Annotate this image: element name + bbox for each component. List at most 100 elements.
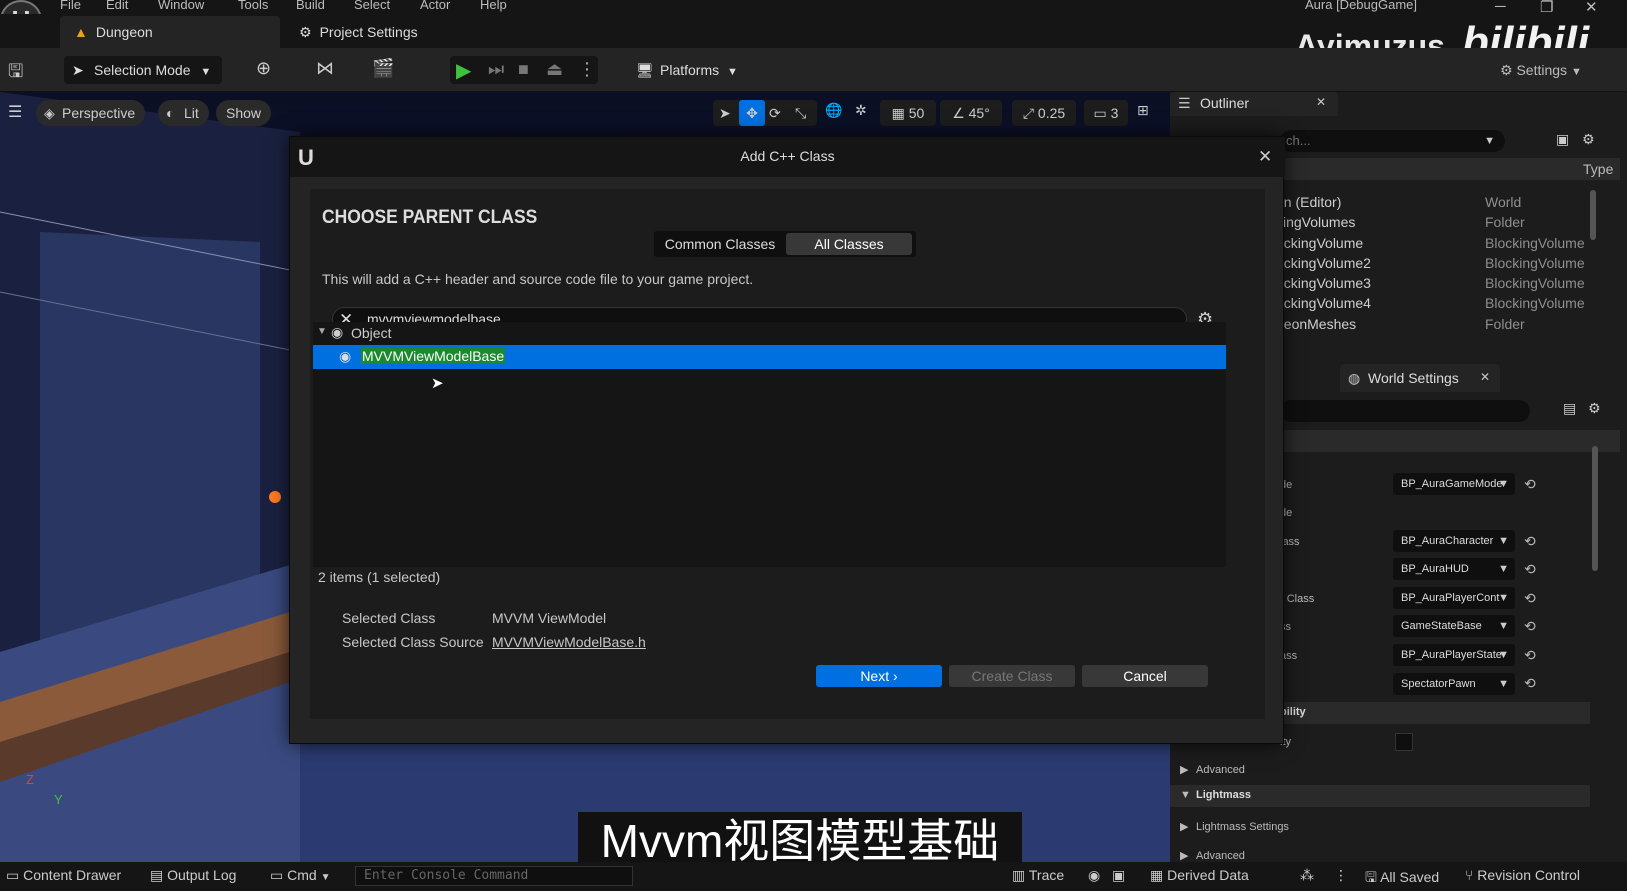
content-drawer-button[interactable]: ▭ Content Drawer — [6, 867, 121, 884]
close-icon[interactable]: ✕ — [1480, 370, 1490, 384]
lightmass-settings-label[interactable]: Lightmass Settings — [1196, 821, 1289, 833]
surface-snap-icon[interactable]: ✲ — [855, 102, 867, 119]
derived-data-button[interactable]: ▦ Derived Data — [1150, 867, 1249, 884]
browse-icon[interactable]: ⟲ — [1524, 533, 1536, 550]
ws-section-lightmass[interactable]: ▼ Lightmass — [1170, 785, 1590, 807]
cancel-button[interactable]: Cancel — [1082, 665, 1208, 687]
player-controller-combo[interactable]: BP_AuraPlayerCont ▼ — [1393, 587, 1515, 609]
scale-icon[interactable]: ⤡ — [795, 100, 806, 126]
type-column-header[interactable]: Type — [1583, 161, 1613, 177]
menu-actor[interactable]: Actor — [420, 0, 450, 12]
trace-button[interactable]: ▥ Trace — [1012, 867, 1064, 884]
pawn-class-combo[interactable]: BP_AuraCharacter ▼ — [1393, 530, 1515, 552]
more-options-icon[interactable]: ⋮ — [578, 59, 596, 80]
next-button[interactable]: Next › — [816, 665, 942, 687]
outliner-row-label[interactable]: ockingVolume4 — [1276, 295, 1371, 311]
browse-icon[interactable]: ⟲ — [1524, 590, 1536, 607]
advanced-label[interactable]: Advanced — [1196, 850, 1245, 862]
platforms-button[interactable]: 🖥 Platforms ▼ — [630, 56, 740, 84]
menu-file[interactable]: File — [60, 0, 81, 12]
browse-icon[interactable]: ⟲ — [1524, 647, 1536, 664]
outliner-row-label[interactable]: on (Editor) — [1276, 194, 1341, 210]
stop-icon[interactable]: ■ — [518, 59, 529, 80]
selected-source-link[interactable]: MVVMViewModelBase.h — [492, 634, 646, 650]
outliner-row-label[interactable]: ockingVolume — [1276, 235, 1363, 251]
rotate-icon[interactable]: ⟳ — [769, 100, 781, 126]
outliner-row-label[interactable]: geonMeshes — [1276, 316, 1356, 332]
cmd-dropdown[interactable]: ▭ Cmd ▼ — [270, 867, 330, 884]
console-command-input[interactable]: Enter Console Command — [355, 866, 633, 886]
blueprint-icon[interactable]: ⋈ — [316, 58, 338, 80]
checkbox[interactable] — [1395, 733, 1413, 751]
outliner-row-label[interactable]: kingVolumes — [1276, 214, 1355, 230]
outliner-scrollbar[interactable] — [1590, 190, 1596, 240]
class-tree[interactable]: ▼ ◉ Object ◉ MVVMViewModelBase ➤ — [313, 322, 1226, 567]
create-class-button[interactable]: Create Class — [949, 665, 1075, 687]
menu-build[interactable]: Build — [296, 0, 325, 12]
capture-icon[interactable]: ▣ — [1112, 867, 1125, 884]
spectator-class-combo[interactable]: SpectatorPawn ▼ — [1393, 673, 1515, 695]
more-options-icon[interactable]: ⋮ — [1334, 867, 1348, 884]
game-mode-combo[interactable]: BP_AuraGameMode ▼ — [1393, 473, 1515, 495]
outliner-row-label[interactable]: ockingVolume2 — [1276, 255, 1371, 271]
tasks-icon[interactable]: ⁂ — [1300, 867, 1314, 884]
expand-arrow-icon[interactable]: ▶ — [1180, 820, 1188, 833]
perspective-button[interactable]: ◈ Perspective — [36, 100, 146, 126]
menu-edit[interactable]: Edit — [106, 0, 128, 12]
select-arrow-icon[interactable]: ➤ — [719, 100, 731, 126]
output-log-button[interactable]: ▤ Output Log — [150, 867, 236, 884]
show-button[interactable]: Show — [216, 100, 272, 126]
close-icon[interactable]: ✕ — [1258, 138, 1272, 176]
outliner-row-label[interactable]: ockingVolume3 — [1276, 275, 1371, 291]
viewport-menu-icon[interactable]: ☰ — [8, 102, 22, 122]
details-settings-icon[interactable]: ⚙ — [1588, 400, 1601, 417]
selection-mode-button[interactable]: ➤ Selection Mode ▼ — [64, 56, 222, 84]
menu-window[interactable]: Window — [158, 0, 204, 12]
player-state-combo[interactable]: BP_AuraPlayerState ▼ — [1393, 644, 1515, 666]
expand-arrow-icon[interactable]: ▶ — [1180, 763, 1188, 776]
close-icon[interactable]: ✕ — [1316, 95, 1326, 109]
collapse-arrow-icon[interactable]: ▼ — [317, 326, 327, 337]
outliner-search-input[interactable]: ch... ▼ — [1280, 130, 1505, 152]
tab-all-classes[interactable]: All Classes — [786, 233, 912, 255]
world-local-icon[interactable]: 🌐 — [825, 102, 842, 119]
step-icon[interactable]: ⏭ — [488, 59, 504, 80]
scale-snap-button[interactable]: ⤢ 0.25 — [1012, 100, 1076, 126]
revision-control-button[interactable]: ⑂ Revision Control — [1465, 867, 1580, 883]
all-saved-button[interactable]: 🖫 All Saved — [1365, 867, 1439, 891]
browse-icon[interactable]: ⟲ — [1524, 618, 1536, 635]
save-icon[interactable]: 🖫 — [8, 59, 30, 81]
tab-dungeon[interactable]: ▲ Dungeon — [60, 16, 280, 48]
browse-icon[interactable]: ⟲ — [1524, 476, 1536, 493]
menu-select[interactable]: Select — [354, 0, 390, 12]
lit-button[interactable]: ◐ Lit — [158, 100, 209, 126]
tab-common-classes[interactable]: Common Classes — [656, 233, 784, 255]
world-settings-tab[interactable]: ◍ World Settings ✕ — [1340, 364, 1500, 392]
tab-project-settings[interactable]: ⚙ Project Settings — [285, 16, 432, 48]
outliner-settings-icon[interactable]: ⚙ — [1582, 131, 1595, 148]
eject-icon[interactable]: ⏏ — [546, 59, 563, 80]
maximize-viewport-icon[interactable]: ⊞ — [1137, 102, 1149, 119]
menu-help[interactable]: Help — [480, 0, 507, 12]
add-actor-icon[interactable]: ⊕ — [256, 58, 278, 80]
tree-item-object[interactable]: Object — [351, 325, 391, 341]
menu-tools[interactable]: Tools — [238, 0, 268, 12]
advanced-label[interactable]: Advanced — [1196, 764, 1245, 776]
browse-icon[interactable]: ⟲ — [1524, 561, 1536, 578]
play-icon[interactable]: ▶ — [456, 58, 471, 83]
grid-snap-button[interactable]: ▦ 50 — [880, 100, 936, 126]
outliner-tab[interactable]: ☰ Outliner ✕ — [1170, 92, 1338, 116]
camera-speed-button[interactable]: ▭ 3 — [1084, 100, 1128, 126]
details-search-input[interactable] — [1280, 400, 1530, 422]
record-icon[interactable]: ◉ — [1088, 867, 1100, 884]
expand-arrow-icon[interactable]: ▶ — [1180, 849, 1188, 862]
rotation-snap-button[interactable]: ∠ 45° — [940, 100, 1002, 126]
settings-button[interactable]: ⚙ Settings ▼ — [1500, 56, 1600, 84]
hud-class-combo[interactable]: BP_AuraHUD ▼ — [1393, 558, 1515, 580]
minimize-icon[interactable]: ─ — [1495, 0, 1506, 15]
tree-item-selected[interactable]: ◉ MVVMViewModelBase — [313, 345, 1226, 369]
browse-icon[interactable]: ⟲ — [1524, 675, 1536, 692]
table-view-icon[interactable]: ▤ — [1563, 400, 1576, 417]
details-scrollbar[interactable] — [1592, 446, 1598, 571]
game-state-combo[interactable]: GameStateBase ▼ — [1393, 615, 1515, 637]
